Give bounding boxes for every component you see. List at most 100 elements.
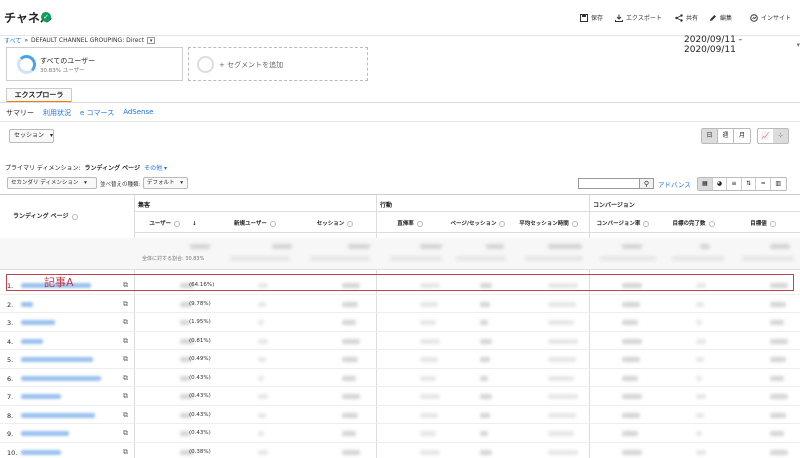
add-segment-button[interactable]: + セグメントを追加 <box>188 47 368 81</box>
landing-page-link[interactable] <box>21 357 93 362</box>
search-icon[interactable]: ⚲ <box>640 178 654 189</box>
save-button[interactable]: 保存 <box>580 13 603 22</box>
advanced-filter-link[interactable]: アドバンス <box>658 179 691 189</box>
users-percent: (0.43%) <box>189 393 211 399</box>
date-range-picker[interactable]: 2020/09/11 - 2020/09/11 ▾ <box>684 35 800 55</box>
open-link-icon[interactable]: ⧉ <box>123 429 128 438</box>
open-link-icon[interactable]: ⧉ <box>123 355 128 364</box>
save-icon <box>580 13 588 22</box>
col-goal-completions[interactable]: 目標の完了数 <box>661 212 730 233</box>
help-icon <box>71 213 78 220</box>
share-button[interactable]: 共有 <box>675 13 698 22</box>
line-chart-icon[interactable]: 📈 <box>758 129 773 143</box>
row-rank: 6. <box>7 374 14 383</box>
breadcrumb-root-link[interactable]: すべて <box>4 36 21 45</box>
primary-dimension-current[interactable]: ランディング ページ <box>85 163 141 172</box>
period-week-button[interactable]: 週 <box>718 129 734 143</box>
insights-label: インサイト <box>761 15 792 22</box>
table-row[interactable]: 5. ⧉ (0.49%) <box>0 350 800 369</box>
landing-page-link[interactable] <box>21 301 33 307</box>
open-link-icon[interactable]: ⧉ <box>123 392 128 401</box>
landing-page-link[interactable] <box>21 375 101 381</box>
row-rank: 3. <box>7 319 14 327</box>
row-rank: 9. <box>7 430 14 438</box>
landing-page-link[interactable] <box>21 431 69 436</box>
users-percent: (0.43%) <box>189 430 211 436</box>
subtab-usage[interactable]: 利用状況 <box>43 108 71 118</box>
col-users[interactable]: ユーザー ↓ <box>134 212 216 233</box>
period-day-button[interactable]: 日 <box>702 129 718 143</box>
data-table-icon[interactable]: ▦ <box>698 178 713 190</box>
share-icon <box>675 13 683 22</box>
table-row[interactable]: 8. ⧉ (0.43%) <box>0 406 800 424</box>
table-row[interactable]: 3. ⧉ (1.95%) <box>0 313 800 332</box>
table-row[interactable]: 10. ⧉ (0.38%) <box>0 443 800 458</box>
chevron-down-icon: ▾ <box>796 41 800 49</box>
table-row[interactable]: 4. ⧉ (0.81%) <box>0 332 800 350</box>
landing-page-link[interactable] <box>21 320 55 325</box>
save-label: 保存 <box>591 15 604 22</box>
col-sessions-label: セッション <box>316 221 345 227</box>
term-cloud-icon[interactable]: ≈ <box>756 178 771 190</box>
open-link-icon[interactable]: ⧉ <box>123 374 128 383</box>
pivot-table-icon[interactable]: ▥ <box>771 178 786 190</box>
period-month-button[interactable]: 月 <box>734 129 750 143</box>
col-goal-value-label: 目標値 <box>750 221 767 227</box>
segment-card[interactable]: すべてのユーザー 30.83% ユーザー <box>6 47 183 81</box>
bar-chart-icon[interactable]: ≡ <box>727 178 742 190</box>
open-link-icon[interactable]: ⧉ <box>123 318 128 327</box>
landing-page-link[interactable] <box>21 449 61 455</box>
motion-chart-icon[interactable]: ⁘ <box>773 129 788 143</box>
annotation-label: 記事A <box>44 276 74 289</box>
export-label: エクスポート <box>626 15 662 22</box>
chevron-down-icon: ▾ <box>84 180 87 186</box>
sort-type-select[interactable]: デフォルト ▾ <box>143 177 188 189</box>
col-sessions[interactable]: セッション <box>298 212 376 233</box>
table-row[interactable]: 2. ⧉ (9.78%) <box>0 295 800 313</box>
export-button[interactable]: エクスポート <box>615 13 662 22</box>
empty-ring-icon <box>197 56 214 73</box>
metric-select[interactable]: セッション ▾ <box>9 129 54 143</box>
row-rank: 10. <box>7 448 18 457</box>
segment-percent: 30.83% ユーザー <box>40 68 85 74</box>
table-row[interactable]: 7. ⧉ (0.43%) <box>0 387 800 406</box>
secondary-dimension-select[interactable]: セカンダリ ディメンション ▾ <box>7 177 97 189</box>
open-link-icon[interactable]: ⧉ <box>123 300 128 309</box>
col-conversion-rate[interactable]: コンバージョン率 <box>589 212 661 233</box>
landing-page-link[interactable] <box>21 412 95 418</box>
export-icon <box>615 14 623 22</box>
tab-explorer[interactable]: エクスプローラ <box>6 88 72 103</box>
help-icon <box>708 220 715 227</box>
help-icon <box>174 220 181 227</box>
verified-check-icon: ✓ <box>41 12 51 22</box>
open-link-icon[interactable]: ⧉ <box>123 337 128 346</box>
edit-button[interactable]: 編集 <box>709 13 732 22</box>
landing-page-link[interactable] <box>21 394 61 399</box>
chevron-down-icon[interactable]: ▾ <box>147 37 156 44</box>
date-range-value: 2020/09/11 - 2020/09/11 <box>684 35 742 55</box>
col-bounce-rate[interactable]: 直帰率 <box>376 212 448 233</box>
help-icon <box>269 220 276 227</box>
landing-page-header[interactable]: ランディング ページ <box>0 195 134 233</box>
primary-dimension-other[interactable]: その他 ▾ <box>144 163 167 172</box>
col-goal-value[interactable]: 目標値 <box>730 212 800 233</box>
insights-button[interactable]: インサイト <box>750 13 791 22</box>
table-row[interactable]: 9. ⧉ (0.43%) <box>0 424 800 443</box>
table-search-input[interactable] <box>578 178 640 189</box>
subtab-ecommerce[interactable]: e コマース <box>80 108 114 118</box>
subtab-summary[interactable]: サマリー <box>6 108 34 118</box>
landing-page-link[interactable] <box>21 338 43 344</box>
pie-chart-icon[interactable]: ◕ <box>713 178 728 190</box>
segment-ring-icon <box>17 55 36 74</box>
open-link-icon[interactable]: ⧉ <box>123 411 128 420</box>
comparison-icon[interactable]: ⇅ <box>742 178 757 190</box>
table-row[interactable]: 6. ⧉ (0.43%) <box>0 369 800 387</box>
col-new-users[interactable]: 新規ユーザー <box>216 212 298 233</box>
open-link-icon[interactable]: ⧉ <box>123 448 128 457</box>
col-avg-session-duration[interactable]: 平均セッション時間 <box>512 212 589 233</box>
help-icon <box>416 220 423 227</box>
report-table: ランディング ページ 集客 行動 コンバージョン ユーザー ↓ 新規ユーザー セ… <box>0 194 800 458</box>
metric-select-value: セッション <box>14 132 45 139</box>
subtab-adsense[interactable]: AdSense <box>123 108 153 118</box>
col-pages-per-session[interactable]: ページ/セッション <box>448 212 512 233</box>
